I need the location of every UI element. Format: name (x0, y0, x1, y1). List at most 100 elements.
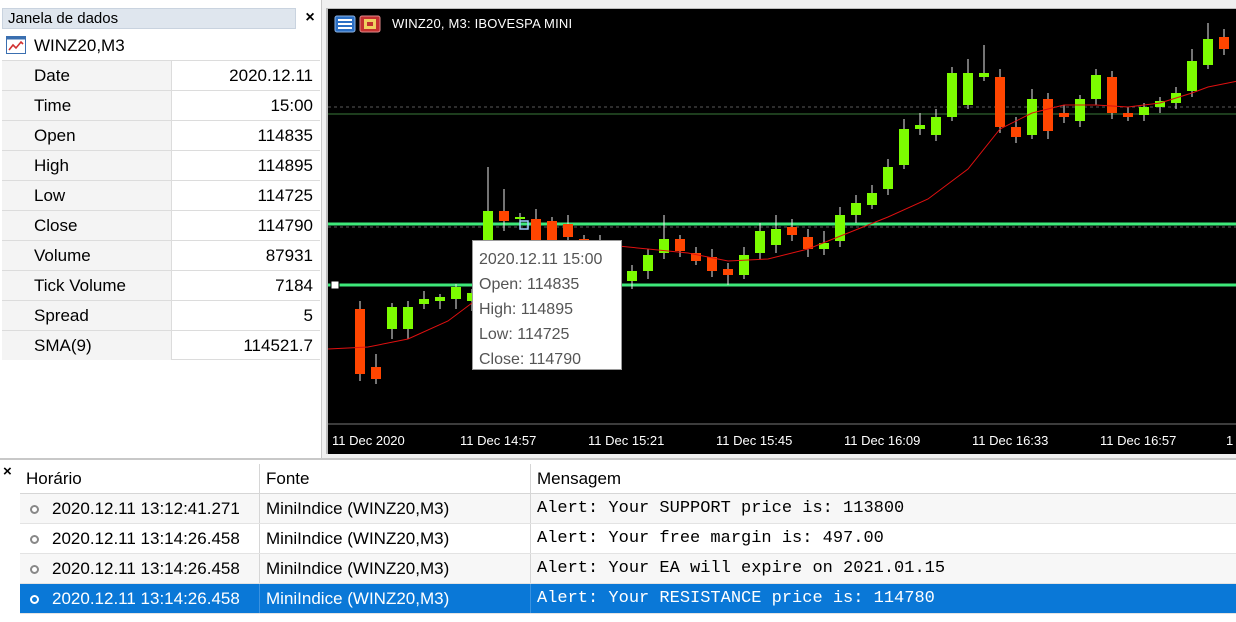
alert-message: Alert: Your EA will expire on 2021.01.15 (530, 554, 1236, 583)
bear-candle (787, 227, 797, 235)
alert-source: MiniIndice (WINZ20,M3) (259, 524, 530, 553)
x-tick-label: 11 Dec 16:57 (1100, 433, 1177, 448)
x-tick-label: 11 Dec 14:57 (460, 433, 537, 448)
alerts-list: Horário Fonte Mensagem 2020.12.11 13:12:… (20, 464, 1236, 614)
data-value: 2020.12.11 (229, 66, 313, 85)
data-window-symbol-row: WINZ20,M3 (2, 32, 320, 60)
column-header-source[interactable]: Fonte (259, 464, 530, 493)
data-key: Volume (2, 241, 172, 270)
alert-source: MiniIndice (WINZ20,M3) (259, 554, 530, 583)
alert-row[interactable]: 2020.12.11 13:12:41.271 MiniIndice (WINZ… (20, 494, 1236, 524)
bull-candle (515, 217, 525, 219)
data-value: 15:00 (270, 96, 313, 115)
bear-candle (1219, 37, 1229, 49)
data-window-title[interactable]: Janela de dados (2, 8, 296, 29)
bear-candle (1011, 127, 1021, 137)
column-header-time[interactable]: Horário (20, 464, 259, 493)
alert-time: 2020.12.11 13:14:26.458 (52, 559, 240, 578)
alert-row[interactable]: 2020.12.11 13:14:26.458 MiniIndice (WINZ… (20, 524, 1236, 554)
chart-title: WINZ20, M3: IBOVESPA MINI (392, 16, 573, 31)
terminal-window: Janela de dados × WINZ20,M3 Date 2020.12.… (0, 0, 1236, 622)
expert-advisor-icon[interactable] (359, 15, 381, 33)
alert-message: Alert: Your RESISTANCE price is: 114780 (530, 584, 1236, 613)
data-window-symbol: WINZ20,M3 (34, 36, 125, 55)
data-row-close: Close 114790 (2, 210, 320, 240)
bear-candle (1123, 113, 1133, 117)
data-value: 114790 (257, 216, 313, 235)
data-key: Time (2, 91, 172, 120)
alert-message: Alert: Your SUPPORT price is: 113800 (530, 494, 1236, 523)
data-key: Open (2, 121, 172, 150)
data-key: Tick Volume (2, 271, 172, 300)
bear-candle (371, 367, 381, 379)
bear-candle (1043, 99, 1053, 131)
data-window-close-button[interactable]: × (302, 9, 318, 27)
data-value: 5 (303, 306, 313, 325)
bear-candle (355, 309, 365, 374)
alert-source: MiniIndice (WINZ20,M3) (259, 494, 530, 523)
alert-time: 2020.12.11 13:14:26.458 (52, 529, 240, 548)
tooltip-low: Low: 114725 (479, 326, 570, 343)
alert-time: 2020.12.11 13:12:41.271 (52, 499, 240, 518)
bull-candle (387, 307, 397, 329)
data-row-date: Date 2020.12.11 (2, 60, 320, 90)
bull-candle (755, 231, 765, 253)
bull-candle (451, 287, 461, 299)
data-row-sma: f x SMA(9)114521.7 (2, 330, 320, 360)
bull-candle (979, 73, 989, 77)
data-window-table: Date 2020.12.11 Time 15:00 Open 114835 High… (2, 60, 320, 360)
bull-candle (1075, 99, 1085, 121)
data-key: High (2, 151, 172, 180)
bull-candle (1203, 39, 1213, 65)
chart-gridlines (328, 106, 1236, 425)
data-key: Close (2, 211, 172, 240)
bull-candle (739, 255, 749, 275)
alert-time: 2020.12.11 13:14:26.458 (52, 589, 240, 608)
bull-candle (435, 297, 445, 301)
bull-candle (899, 129, 909, 165)
data-key: Spread (2, 301, 172, 330)
candlestick-chart-canvas[interactable] (328, 9, 1236, 455)
bull-candle (1187, 61, 1197, 91)
bull-candle (771, 229, 781, 245)
alert-source: MiniIndice (WINZ20,M3) (259, 584, 530, 613)
data-key: SMA(9) (2, 331, 172, 360)
data-row-low: Low 114725 (2, 180, 320, 210)
bull-candle (963, 73, 973, 105)
bear-candle (675, 239, 685, 251)
level-handle (330, 280, 340, 290)
price-chart[interactable]: WINZ20, M3: IBOVESPA MINI 11 Dec 2020 11… (326, 8, 1236, 454)
tooltip-high: High: 114895 (479, 301, 573, 318)
column-header-message[interactable]: Mensagem (530, 464, 1236, 493)
data-window-panel: Janela de dados × WINZ20,M3 Date 2020.12.… (0, 0, 322, 458)
x-tick-label: 11 Dec 2020 (332, 433, 405, 448)
bull-candle (851, 203, 861, 215)
data-key: Low (2, 181, 172, 210)
data-row-open: Open 114835 (2, 120, 320, 150)
chart-toolbar-icons (334, 15, 381, 33)
alerts-close-button[interactable]: × (3, 464, 17, 480)
data-row-time: Time 15:00 (2, 90, 320, 120)
bull-candle (915, 125, 925, 129)
bear-candle (723, 269, 733, 275)
alert-row[interactable]: 2020.12.11 13:14:26.458 MiniIndice (WINZ… (20, 554, 1236, 584)
bull-candle (1027, 99, 1037, 135)
alert-row-selected[interactable]: 2020.12.11 13:14:26.458 MiniIndice (WINZ… (20, 584, 1236, 614)
alerts-header-row: Horário Fonte Mensagem (20, 464, 1236, 494)
data-value: 87931 (265, 246, 313, 265)
data-window-toggle-icon[interactable] (334, 15, 356, 33)
x-tick-label: 11 Dec 16:33 (972, 433, 1049, 448)
bear-candle (707, 257, 717, 271)
bull-candle (867, 193, 877, 205)
bear-candle (1059, 113, 1069, 117)
bear-candle (563, 224, 573, 237)
data-row-tick-volume: Tick Volume 7184 (2, 270, 320, 300)
data-value: 114895 (257, 156, 313, 175)
bull-candle (1139, 107, 1149, 115)
bull-candle (947, 73, 957, 117)
bear-candle (1107, 77, 1117, 113)
bull-candle (1091, 75, 1101, 99)
tooltip-date: 2020.12.11 15:00 (479, 251, 603, 268)
x-tick-label: 11 Dec 16:09 (844, 433, 921, 448)
candle-tooltip: 2020.12.11 15:00 Open: 114835 High: 1148… (472, 240, 622, 370)
